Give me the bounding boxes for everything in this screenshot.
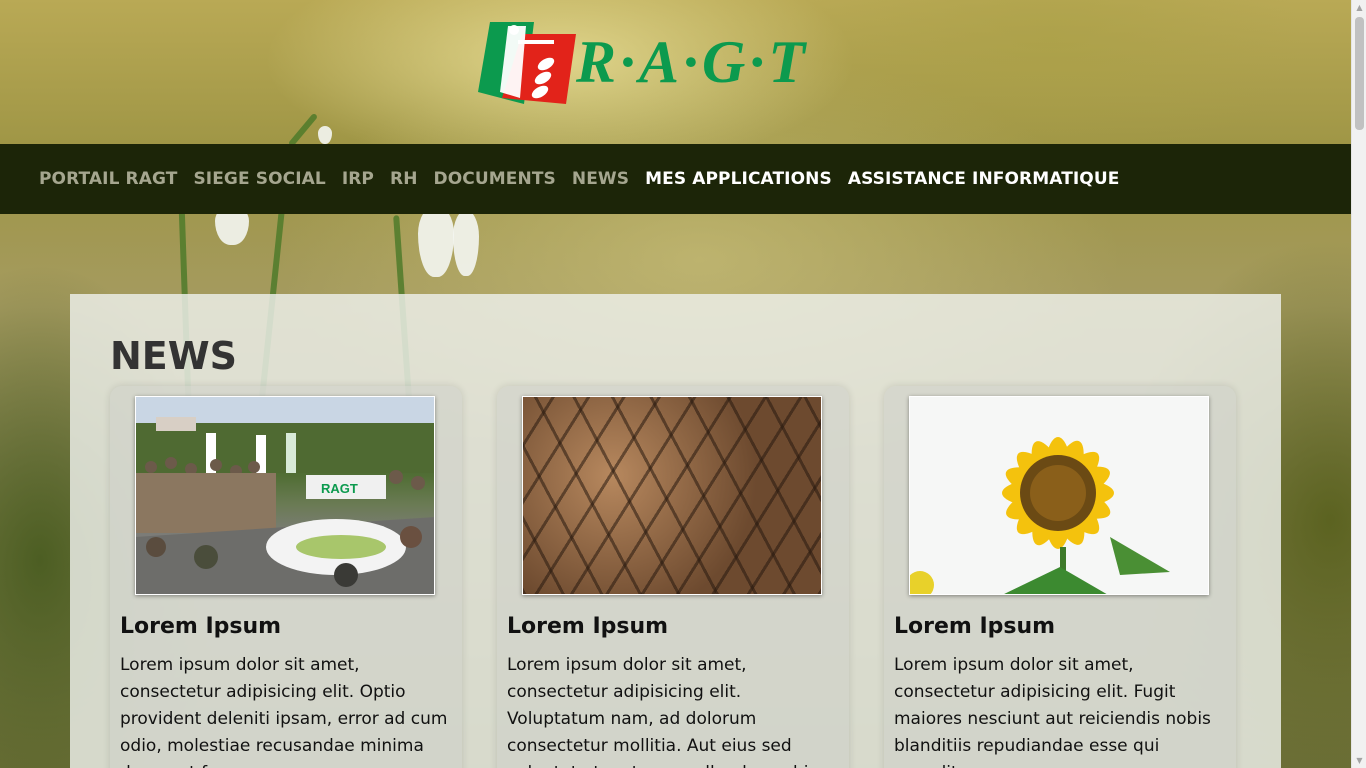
nav-item-portail-ragt[interactable]: PORTAIL RAGT [39,169,177,189]
nav-item-assistance-informatique[interactable]: ASSISTANCE INFORMATIQUE [848,169,1120,189]
nav-item-siege-social[interactable]: SIEGE SOCIAL [193,169,325,189]
scroll-up-arrow-icon[interactable]: ▲ [1352,0,1366,15]
svg-text:RAGT: RAGT [321,481,358,496]
news-card[interactable]: RAGT Lorem Ipsum Lorem ipsum dolor sit a… [110,386,462,768]
nav-item-mes-applications[interactable]: MES APPLICATIONS [645,169,832,189]
firewood-stack-image[interactable] [522,396,822,595]
news-card-title[interactable]: Lorem Ipsum [120,614,281,639]
vertical-scrollbar[interactable]: ▲ ▼ [1351,0,1366,768]
news-card-text: Lorem ipsum dolor sit amet, consectetur … [120,655,448,768]
news-card-text: Lorem ipsum dolor sit amet, consectetur … [894,655,1211,768]
ragt-logo-mark-icon [478,22,576,104]
ragt-logo-text: R·A·G·T [576,29,810,95]
main-navigation: PORTAIL RAGT SIEGE SOCIAL IRP RH DOCUMEN… [0,144,1351,214]
ragt-logo[interactable]: R·A·G·T [476,20,876,104]
news-card-title[interactable]: Lorem Ipsum [507,614,668,639]
news-card-text: Lorem ipsum dolor sit amet, consectetur … [507,655,817,768]
crowd-parade-car-image[interactable]: RAGT [135,396,435,595]
news-card[interactable]: Lorem Ipsum Lorem ipsum dolor sit amet, … [497,386,849,768]
news-card[interactable]: Lorem Ipsum Lorem ipsum dolor sit amet, … [884,386,1236,768]
nav-item-rh[interactable]: RH [390,169,418,189]
scroll-down-arrow-icon[interactable]: ▼ [1352,753,1366,768]
sunflower-image[interactable] [909,396,1209,595]
nav-item-news[interactable]: NEWS [572,169,629,189]
nav-item-documents[interactable]: DOCUMENTS [434,169,556,189]
scrollbar-thumb[interactable] [1355,17,1364,130]
nav-item-irp[interactable]: IRP [342,169,374,189]
page-title: NEWS [110,334,238,378]
news-card-title[interactable]: Lorem Ipsum [894,614,1055,639]
news-panel: NEWS RAGT Lorem Ipsum Lorem ipsum dolor … [70,294,1281,768]
